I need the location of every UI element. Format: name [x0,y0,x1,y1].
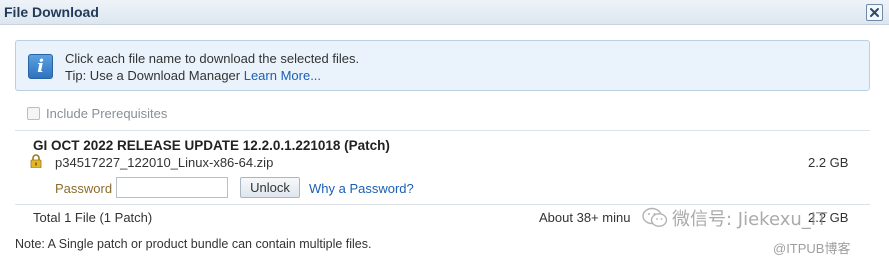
info-panel: i Click each file name to download the s… [15,40,870,91]
download-estimate: About 38+ minu [539,210,631,225]
wechat-icon [642,207,668,227]
password-label: Password [55,181,113,196]
tip-text: Tip: Use a Download Manager [65,68,244,83]
title-bar: File Download [0,0,889,25]
watermark-blog: @ITPUB博客 [773,241,851,256]
include-prerequisites-option[interactable]: Include Prerequisites [27,106,167,121]
watermark-text: 微信号: Jiekexu_IT [672,209,828,230]
include-prerequisites-checkbox[interactable] [27,107,40,120]
file-download-link[interactable]: p34517227_122010_Linux-x86-64.zip [55,155,273,170]
patch-title: GI OCT 2022 RELEASE UPDATE 12.2.0.1.2210… [33,138,390,153]
why-password-link[interactable]: Why a Password? [309,181,414,196]
divider [15,130,870,131]
password-input[interactable] [116,177,228,198]
unlock-button[interactable]: Unlock [240,177,300,198]
close-icon [870,8,879,17]
window-title: File Download [4,4,99,20]
lock-icon [30,154,42,168]
learn-more-link[interactable]: Learn More... [244,68,321,83]
info-icon: i [28,54,53,79]
info-tip: Tip: Use a Download Manager Learn More..… [65,68,321,83]
footer-note: Note: A Single patch or product bundle c… [15,237,372,251]
total-files: Total 1 File (1 Patch) [33,210,153,225]
close-button[interactable] [866,4,883,21]
info-message: Click each file name to download the sel… [65,51,360,66]
watermark: 微信号: Jiekexu_IT [642,205,827,231]
include-prerequisites-label: Include Prerequisites [46,106,168,121]
file-size: 2.2 GB [808,155,849,170]
